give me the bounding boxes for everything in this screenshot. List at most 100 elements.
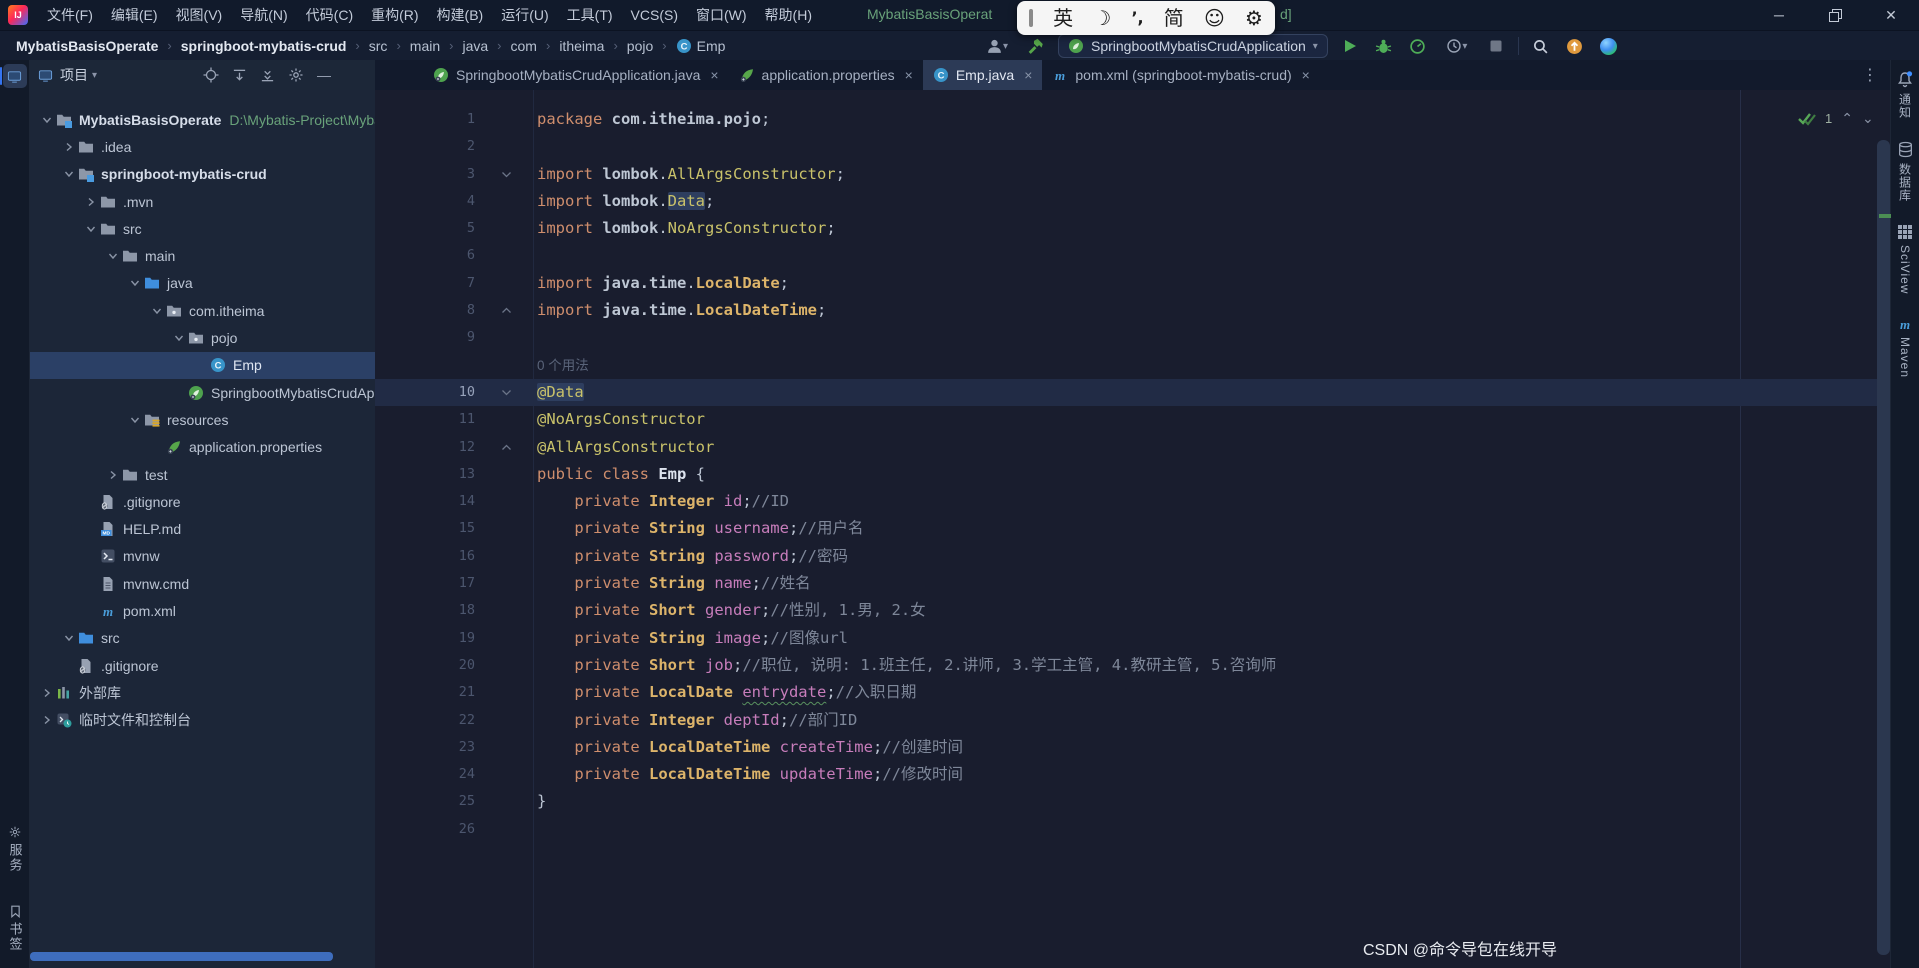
editor-tab-Emp.java[interactable]: C Emp.java ×	[922, 60, 1043, 90]
maximize-button[interactable]	[1807, 0, 1863, 30]
minimize-button[interactable]: ─	[1751, 0, 1807, 30]
tree-chevron[interactable]	[82, 224, 99, 234]
stop-button[interactable]	[1484, 34, 1508, 58]
tree-item-.idea[interactable]: .idea	[30, 133, 375, 160]
tree-chevron[interactable]	[82, 197, 99, 207]
code-line-7[interactable]: 7 import java.time.LocalDate;	[375, 270, 1890, 297]
code-line-3[interactable]: 3 import lombok.AllArgsConstructor;	[375, 161, 1890, 188]
tree-item-src[interactable]: src	[30, 215, 375, 242]
code-line-2[interactable]: 2	[375, 133, 1890, 160]
tree-chevron[interactable]	[104, 251, 121, 261]
settings-gear-icon[interactable]	[288, 67, 304, 83]
menu-item-2[interactable]: 视图(V)	[167, 1, 232, 29]
tree-item-mvnw.cmd[interactable]: mvnw.cmd	[30, 570, 375, 597]
tree-chevron[interactable]	[126, 415, 143, 425]
ime-button-4[interactable]: ☺	[1204, 1, 1225, 35]
tree-item-.mvn[interactable]: .mvn	[30, 188, 375, 215]
tree-chevron[interactable]	[60, 633, 77, 643]
tree-chevron[interactable]	[38, 688, 55, 698]
right-stripe-通知[interactable]: 通知	[1891, 60, 1919, 131]
code-line-20[interactable]: 20 private Short job;//职位, 说明: 1.班主任, 2.…	[375, 652, 1890, 679]
code-line-9[interactable]: 9	[375, 324, 1890, 351]
tree-item-application.properties[interactable]: application.properties	[30, 434, 375, 461]
code-line-8[interactable]: 8 import java.time.LocalDateTime;	[375, 297, 1890, 324]
hide-panel-button[interactable]: —	[317, 67, 331, 83]
breadcrumb-item-springboot-mybatis-crud[interactable]: springboot-mybatis-crud	[179, 36, 349, 56]
next-problem-button[interactable]: ⌄	[1862, 110, 1874, 127]
menu-item-11[interactable]: 帮助(H)	[756, 1, 821, 29]
search-everywhere-button[interactable]	[1529, 34, 1553, 58]
menu-item-3[interactable]: 导航(N)	[231, 1, 296, 29]
code-line-16[interactable]: 16 private String password;//密码	[375, 543, 1890, 570]
tree-item-com.itheima[interactable]: com.itheima	[30, 297, 375, 324]
tree-chevron[interactable]	[170, 333, 187, 343]
tree-chevron[interactable]	[148, 306, 165, 316]
breadcrumb-item-java[interactable]: java	[460, 36, 490, 56]
code-line-26[interactable]: 26	[375, 816, 1890, 843]
tree-item-外部库[interactable]: 外部库	[30, 679, 375, 706]
fold-marker[interactable]	[475, 297, 537, 324]
tree-item-HELP.md[interactable]: MD HELP.md	[30, 515, 375, 542]
breadcrumb-item-itheima[interactable]: itheima	[557, 36, 606, 56]
ime-button-5[interactable]: ⚙	[1245, 1, 1263, 35]
ime-button-1[interactable]: ☽	[1093, 1, 1111, 35]
code-line-19[interactable]: 19 private String image;//图像url	[375, 625, 1890, 652]
menu-item-5[interactable]: 重构(R)	[362, 1, 427, 29]
editor-tab-pom.xml (springboot-mybatis-crud)[interactable]: m pom.xml (springboot-mybatis-crud) ×	[1042, 60, 1319, 90]
plugin-sphere-button[interactable]	[1597, 34, 1621, 58]
tree-chevron[interactable]	[126, 278, 143, 288]
code-line-10[interactable]: 10 @Data	[375, 378, 1890, 407]
tab-close-icon[interactable]: ×	[905, 67, 913, 83]
breadcrumb-item-main[interactable]: main	[408, 36, 442, 56]
tab-close-icon[interactable]: ×	[710, 67, 718, 83]
tree-item-SpringbootMybatisCrudApplication[interactable]: SpringbootMybatisCrudApplication	[30, 379, 375, 406]
menu-item-9[interactable]: VCS(S)	[622, 3, 687, 27]
run-button[interactable]	[1338, 34, 1362, 58]
inspection-widget[interactable]: 1 ⌃ ⌄	[1798, 110, 1874, 127]
editor-tab-SpringbootMybatisCrudApplication.java[interactable]: SpringbootMybatisCrudApplication.java ×	[423, 60, 729, 90]
code-line-17[interactable]: 17 private String name;//姓名	[375, 570, 1890, 597]
code-line-13[interactable]: 13 public class Emp {	[375, 461, 1890, 488]
code-line-25[interactable]: 25}	[375, 788, 1890, 815]
breadcrumb-item-MybatisBasisOperate[interactable]: MybatisBasisOperate	[14, 36, 160, 56]
collapse-all-button[interactable]	[260, 68, 275, 83]
fold-marker[interactable]	[475, 434, 537, 461]
menu-item-6[interactable]: 构建(B)	[428, 1, 493, 29]
scroll-from-source-button[interactable]	[232, 68, 247, 83]
code-line-14[interactable]: 14 private Integer id;//ID	[375, 488, 1890, 515]
build-button[interactable]	[1024, 34, 1048, 58]
tree-chevron[interactable]	[104, 470, 121, 480]
fold-marker[interactable]	[475, 161, 537, 188]
profiler-button[interactable]	[1406, 34, 1430, 58]
left-stripe-书签[interactable]: 书签	[0, 905, 30, 952]
code-line-4[interactable]: 4 import lombok.Data;	[375, 188, 1890, 215]
code-line-15[interactable]: 15 private String username;//用户名	[375, 515, 1890, 542]
menu-item-4[interactable]: 代码(C)	[297, 1, 362, 29]
menu-item-0[interactable]: 文件(F)	[38, 1, 102, 29]
tree-chevron[interactable]	[60, 142, 77, 152]
code-line-18[interactable]: 18 private Short gender;//性别, 1.男, 2.女	[375, 597, 1890, 624]
tree-chevron[interactable]	[38, 115, 55, 125]
tree-item-Emp[interactable]: C Emp	[30, 351, 375, 379]
code-line-21[interactable]: 21 private LocalDate entrydate;//入职日期	[375, 679, 1890, 706]
ime-button-2[interactable]: ’,	[1131, 1, 1143, 35]
right-stripe-Maven[interactable]: m Maven	[1891, 306, 1919, 390]
menu-item-7[interactable]: 运行(U)	[492, 1, 557, 29]
editor-scrollbar[interactable]	[1877, 140, 1890, 955]
tree-item-pom.xml[interactable]: m pom.xml	[30, 597, 375, 624]
right-stripe-SciView[interactable]: SciView	[1891, 214, 1919, 306]
tree-item-test[interactable]: test	[30, 461, 375, 488]
tree-item-pojo[interactable]: pojo	[30, 324, 375, 351]
breadcrumb-item-Emp[interactable]: C Emp	[674, 36, 728, 56]
left-stripe-服务[interactable]: 服务	[0, 825, 30, 873]
code-line-12[interactable]: 12 @AllArgsConstructor	[375, 434, 1890, 461]
fold-marker[interactable]	[475, 379, 537, 406]
chevron-down-icon[interactable]: ▾	[92, 70, 97, 81]
breadcrumb-item-src[interactable]: src	[367, 36, 390, 56]
code-line-23[interactable]: 23 private LocalDateTime createTime;//创建…	[375, 734, 1890, 761]
run-configuration-select[interactable]: SpringbootMybatisCrudApplication ▾	[1058, 34, 1328, 58]
run-history-button[interactable]: ▾	[1440, 34, 1474, 58]
close-button[interactable]: ✕	[1863, 0, 1919, 30]
project-stripe-button[interactable]	[0, 64, 27, 88]
tree-item-src[interactable]: src	[30, 625, 375, 652]
